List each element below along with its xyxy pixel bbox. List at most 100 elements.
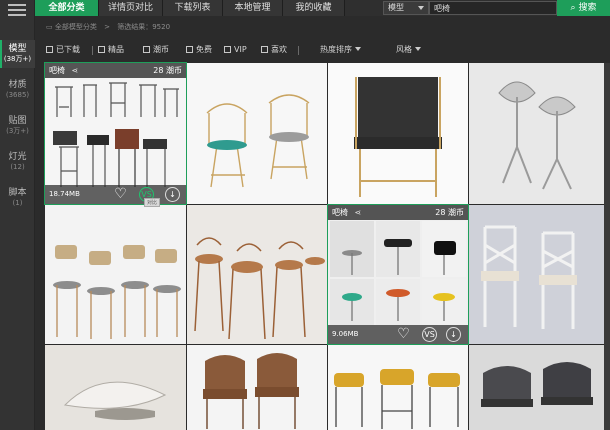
sidebar-item-count: (3685) <box>5 91 30 99</box>
sidebar-item-label: 灯光 <box>8 152 27 162</box>
file-size: 18.74MB <box>49 190 80 198</box>
search-button-label: 搜索 <box>578 3 597 13</box>
card-footer: 9.06MB ♡ VS ↓ <box>328 325 468 344</box>
top-bar: 全部分类 详情页对比 下载列表 本地管理 我的收藏 模型 ⌕ 搜索 <box>35 0 610 16</box>
result-count: 筛选结果：9520 <box>117 23 171 31</box>
checkbox[interactable] <box>143 46 150 53</box>
folder-icon: ▭ <box>46 23 53 31</box>
chevron-down-icon <box>415 47 421 51</box>
tab-favorites[interactable]: 我的收藏 <box>283 0 345 16</box>
heart-icon[interactable]: ♡ <box>396 327 411 342</box>
product-card[interactable] <box>328 345 468 430</box>
product-thumbnail <box>45 345 186 430</box>
product-thumbnail <box>469 345 604 430</box>
product-card[interactable] <box>469 63 604 204</box>
breadcrumb-separator: > <box>104 23 110 31</box>
chevron-down-icon <box>355 47 361 51</box>
filter-liked[interactable]: 喜欢 <box>261 44 287 56</box>
sidebar-item-models[interactable]: 模型 (38万+) <box>0 44 35 64</box>
filter-label: 已下载 <box>56 45 80 54</box>
product-thumbnail <box>328 205 468 344</box>
filter-label: 免费 <box>196 45 212 54</box>
compare-button[interactable]: VS <box>422 327 437 342</box>
breadcrumb-root[interactable]: 全部模型分类 <box>55 23 97 31</box>
download-icon[interactable]: ↓ <box>446 327 461 342</box>
checkbox[interactable] <box>261 46 268 53</box>
filter-downloaded[interactable]: 已下载 <box>46 44 80 56</box>
product-card[interactable] <box>187 205 327 344</box>
divider <box>92 46 93 55</box>
download-icon[interactable]: ↓ <box>165 187 180 202</box>
filter-free[interactable]: 免费 <box>186 44 212 56</box>
sidebar-item-count: (1) <box>12 199 23 207</box>
product-thumbnail <box>187 345 327 430</box>
checkbox[interactable] <box>98 46 105 53</box>
sidebar-item-textures[interactable]: 贴图 (3万+) <box>0 116 35 136</box>
scrollbar-track[interactable] <box>604 63 610 430</box>
product-thumbnail <box>187 63 327 204</box>
product-card[interactable] <box>469 345 604 430</box>
tab-download-list[interactable]: 下载列表 <box>163 0 223 16</box>
search-input[interactable] <box>429 1 557 15</box>
share-icon[interactable]: ⋖ <box>72 63 79 78</box>
sidebar-item-scripts[interactable]: 脚本 (1) <box>0 188 35 208</box>
product-card[interactable] <box>187 345 327 430</box>
heart-icon[interactable]: ♡ <box>113 187 128 202</box>
filter-label: 喜欢 <box>271 45 287 54</box>
sidebar-item-materials[interactable]: 材质 (3685) <box>0 80 35 100</box>
filter-premium[interactable]: 精品 <box>98 44 124 56</box>
card-header: 吧椅 ⋖ 28 潮币 <box>328 205 468 220</box>
left-sidebar: 模型 (38万+) 材质 (3685) 贴图 (3万+) 灯光 (12) 脚本 … <box>0 0 35 430</box>
sidebar-item-label: 材质 <box>8 80 27 90</box>
sidebar-item-count: (12) <box>10 163 25 171</box>
sidebar-item-count: (3万+) <box>6 127 29 135</box>
breadcrumb: ▭ 全部模型分类 > 筛选结果：9520 <box>46 20 170 34</box>
checkbox[interactable] <box>224 46 231 53</box>
product-card[interactable] <box>45 205 186 344</box>
product-card[interactable] <box>187 63 327 204</box>
product-card[interactable]: 吧椅 ⋖ 28 潮币 18.74MB ♡ VS ↓ <box>44 62 187 205</box>
card-title: 吧椅 <box>332 208 348 217</box>
sort-label: 热度排序 <box>320 45 352 54</box>
tab-detail-compare[interactable]: 详情页对比 <box>99 0 163 16</box>
checkbox[interactable] <box>46 46 53 53</box>
product-card[interactable] <box>469 205 604 344</box>
card-price: 28 潮币 <box>153 66 182 75</box>
sidebar-item-label: 模型 <box>8 44 27 54</box>
filter-label: 精品 <box>108 45 124 54</box>
style-dropdown[interactable]: 风格 <box>396 44 421 56</box>
sidebar-item-label: 脚本 <box>8 188 27 198</box>
product-thumbnail <box>187 205 327 344</box>
sort-dropdown[interactable]: 热度排序 <box>320 44 361 56</box>
product-thumbnail <box>469 63 604 204</box>
search-button[interactable]: ⌕ 搜索 <box>557 0 610 16</box>
search-category-select[interactable]: 模型 <box>383 1 429 15</box>
style-label: 风格 <box>396 45 412 54</box>
card-footer: 18.74MB ♡ VS ↓ <box>45 185 186 204</box>
search-icon: ⌕ <box>570 3 576 13</box>
filter-coins[interactable]: 潮币 <box>143 44 169 56</box>
card-title: 吧椅 <box>49 66 65 75</box>
sidebar-item-label: 贴图 <box>8 116 27 126</box>
sidebar-item-lights[interactable]: 灯光 (12) <box>0 152 35 172</box>
filter-vip[interactable]: VIP <box>224 44 247 56</box>
product-thumbnail <box>328 345 468 430</box>
product-card[interactable] <box>328 63 468 204</box>
product-card[interactable]: 吧椅 ⋖ 28 潮币 9.06MB ♡ VS ↓ <box>327 204 469 345</box>
checkbox[interactable] <box>186 46 193 53</box>
product-thumbnail <box>45 63 186 204</box>
divider <box>298 46 299 55</box>
filter-label: 潮币 <box>153 45 169 54</box>
product-thumbnail <box>45 205 186 344</box>
share-icon[interactable]: ⋖ <box>355 205 362 220</box>
card-price: 28 潮币 <box>435 208 464 217</box>
file-size: 9.06MB <box>332 330 359 338</box>
tab-local-manage[interactable]: 本地管理 <box>223 0 283 16</box>
tab-all-categories[interactable]: 全部分类 <box>35 0 99 16</box>
card-header: 吧椅 ⋖ 28 潮币 <box>45 63 186 78</box>
menu-icon[interactable] <box>8 4 26 18</box>
product-thumbnail <box>328 63 468 204</box>
chevron-down-icon <box>418 6 424 10</box>
product-thumbnail <box>469 205 604 344</box>
product-card[interactable] <box>45 345 186 430</box>
